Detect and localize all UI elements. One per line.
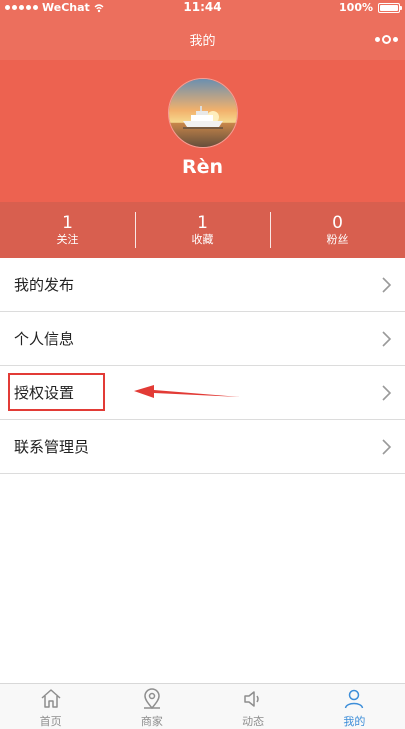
nav-bar: 我的: [0, 17, 405, 60]
tab-bar: 首页 商家 动态 我的: [0, 683, 405, 729]
username: Rèn: [181, 156, 224, 178]
profile-header: Rèn: [0, 60, 405, 202]
stat-following-count: 1: [62, 213, 73, 233]
stat-divider: [135, 212, 136, 248]
battery-icon: [378, 2, 402, 13]
tab-merchants[interactable]: 商家: [101, 684, 202, 729]
page-title: 我的: [189, 34, 216, 49]
tab-activity[interactable]: 动态: [203, 684, 304, 729]
stat-divider: [270, 212, 271, 248]
status-bar-battery-group: 100%: [339, 1, 402, 14]
chevron-right-icon: [382, 277, 392, 293]
chevron-right-icon: [382, 385, 392, 401]
chevron-right-icon: [382, 439, 392, 455]
menu-list: 我的发布 个人信息 授权设置 联系管理员: [0, 258, 405, 474]
menu-item-contact-admin[interactable]: 联系管理员: [0, 420, 405, 474]
tab-mine[interactable]: 我的: [304, 684, 405, 729]
stat-followers[interactable]: 0 粉丝: [270, 202, 405, 258]
battery-percent: 100%: [339, 1, 373, 14]
home-icon: [41, 689, 61, 708]
location-pin-icon: [143, 688, 160, 710]
tab-label: 动态: [242, 715, 265, 728]
stat-followers-count: 0: [332, 213, 343, 233]
menu-item-authorization-settings[interactable]: 授权设置: [0, 366, 405, 420]
menu-item-personal-info[interactable]: 个人信息: [0, 312, 405, 366]
chevron-right-icon: [382, 331, 392, 347]
status-bar: WeChat 11:44 100%: [0, 0, 405, 17]
stat-followers-label: 粉丝: [326, 233, 349, 246]
avatar-image: [169, 79, 237, 147]
menu-item-label: 个人信息: [14, 329, 75, 348]
stat-favorites[interactable]: 1 收藏: [135, 202, 270, 258]
stat-following-label: 关注: [56, 233, 79, 246]
tab-label: 商家: [140, 715, 163, 728]
menu-item-label: 联系管理员: [14, 437, 90, 456]
tab-label: 我的: [343, 715, 366, 728]
stat-favorites-count: 1: [197, 213, 208, 233]
menu-item-label: 授权设置: [14, 383, 75, 402]
stat-following[interactable]: 1 关注: [0, 202, 135, 258]
stats-bar: 1 关注 1 收藏 0 粉丝: [0, 202, 405, 258]
stat-favorites-label: 收藏: [191, 233, 214, 246]
menu-item-my-posts[interactable]: 我的发布: [0, 258, 405, 312]
avatar[interactable]: [168, 78, 238, 148]
speaker-icon: [244, 691, 259, 707]
user-icon: [345, 689, 364, 709]
menu-item-label: 我的发布: [14, 275, 75, 294]
more-options-button[interactable]: [373, 32, 399, 46]
tab-label: 首页: [39, 715, 62, 728]
tab-home[interactable]: 首页: [0, 684, 101, 729]
